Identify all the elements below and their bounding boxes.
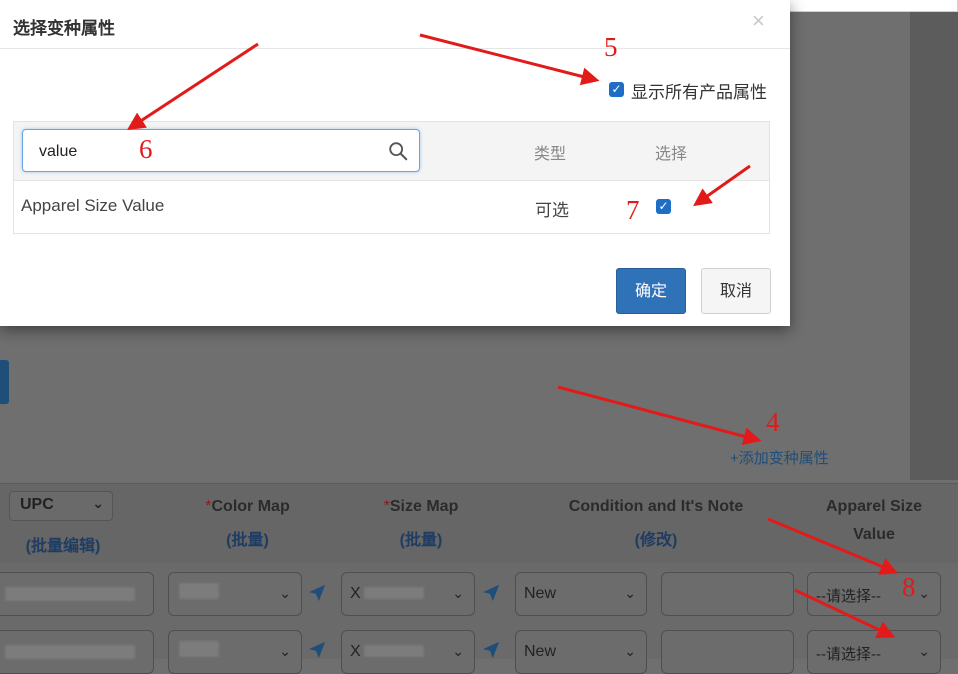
color-map-label: Color Map (211, 498, 290, 515)
condition-note-input[interactable] (661, 572, 794, 616)
size-map-select[interactable]: X ⌄ (341, 630, 475, 674)
size-map-label: Size Map (389, 498, 459, 515)
chevron-down-icon: ⌄ (624, 643, 636, 659)
send-icon[interactable] (482, 584, 500, 602)
upc-input[interactable] (0, 630, 154, 674)
close-icon[interactable]: × (752, 8, 765, 34)
condition-select[interactable]: New ⌄ (515, 630, 647, 674)
condition-value: New (524, 585, 557, 602)
annotation-4: 4 (766, 407, 780, 437)
chevron-down-icon: ⌄ (452, 585, 464, 601)
send-icon[interactable] (308, 584, 326, 602)
confirm-button[interactable]: 确定 (616, 268, 686, 314)
upc-type-select[interactable]: UPC ⌄ (9, 491, 113, 521)
size-map-value: X (350, 585, 361, 602)
attribute-search-box[interactable] (22, 129, 420, 172)
size-map-header: *Size Map (批量) (375, 498, 467, 550)
condition-edit-link[interactable]: (修改) (556, 526, 756, 550)
blurred-value (179, 583, 219, 599)
upc-bulk-edit-link[interactable]: (批量编辑) (18, 532, 108, 556)
upc-input[interactable] (0, 572, 154, 616)
page-action-button[interactable] (0, 360, 9, 404)
chevron-down-icon: ⌄ (918, 585, 930, 601)
send-icon[interactable] (308, 641, 326, 659)
attribute-type: 可选 (535, 201, 569, 220)
blurred-value (364, 645, 424, 657)
page-right-panel (910, 0, 958, 480)
upc-bulk-header: (批量编辑) (18, 532, 108, 556)
apparel-size-label: Apparel Size (825, 498, 923, 515)
attribute-select-checkbox[interactable]: ✓ (656, 199, 671, 214)
annotation-8: 8 (902, 572, 916, 602)
condition-select[interactable]: New ⌄ (515, 572, 647, 616)
add-variant-attribute-link[interactable]: +添加变种属性 (730, 447, 829, 468)
search-icon[interactable] (387, 140, 409, 162)
chevron-down-icon: ⌄ (92, 495, 104, 511)
condition-header: Condition and It's Note (修改) (556, 498, 756, 550)
attribute-name: Apparel Size Value (21, 196, 165, 215)
chevron-down-icon: ⌄ (918, 643, 930, 659)
column-select-header: 选择 (655, 146, 688, 163)
apparel-size-label-2: Value (853, 526, 895, 543)
checkbox-checked-icon[interactable]: ✓ (609, 82, 624, 97)
condition-label: Condition and It's Note (568, 498, 744, 515)
apparel-size-value: --请选择-- (816, 588, 881, 605)
attribute-table-header: 类型 选择 (14, 122, 769, 181)
column-type-header: 类型 (534, 146, 567, 163)
variant-attribute-modal: 选择变种属性 × ✓ 显示所有产品属性 类型 选择 Apparel Size V… (0, 0, 790, 326)
size-map-value: X (350, 643, 361, 660)
show-all-attributes-label: 显示所有产品属性 (631, 83, 767, 102)
upc-select-value: UPC (20, 496, 54, 513)
blurred-value (179, 641, 219, 657)
color-map-select[interactable]: ⌄ (168, 630, 302, 674)
condition-value: New (524, 643, 557, 660)
blurred-value (5, 645, 135, 659)
chevron-down-icon: ⌄ (279, 585, 291, 601)
blurred-value (5, 587, 135, 601)
chevron-down-icon: ⌄ (279, 643, 291, 659)
color-map-select[interactable]: ⌄ (168, 572, 302, 616)
color-map-header: *Color Map (批量) (200, 498, 295, 550)
annotation-6: 6 (139, 134, 153, 164)
variant-grid-header: *Color Map (批量) *Size Map (批量) Condition… (0, 483, 958, 564)
apparel-size-header: Apparel Size Value (810, 498, 938, 544)
modal-title: 选择变种属性 (13, 19, 115, 38)
color-map-bulk-link[interactable]: (批量) (200, 526, 295, 550)
send-icon[interactable] (482, 641, 500, 659)
apparel-size-select[interactable]: --请选择-- ⌄ (807, 630, 941, 674)
chevron-down-icon: ⌄ (624, 585, 636, 601)
apparel-size-select[interactable]: --请选择-- ⌄ (807, 572, 941, 616)
condition-note-input[interactable] (661, 630, 794, 674)
annotation-7: 7 (626, 195, 640, 225)
cancel-button[interactable]: 取消 (701, 268, 771, 314)
arrow-4 (557, 385, 762, 446)
annotation-5: 5 (604, 32, 618, 62)
size-map-bulk-link[interactable]: (批量) (375, 526, 467, 550)
blurred-value (364, 587, 424, 599)
modal-header-divider (0, 48, 790, 49)
attribute-search-input[interactable] (37, 139, 361, 165)
size-map-select[interactable]: X ⌄ (341, 572, 475, 616)
chevron-down-icon: ⌄ (452, 643, 464, 659)
apparel-size-value: --请选择-- (816, 646, 881, 663)
attribute-table: 类型 选择 Apparel Size Value 可选 ✓ (13, 121, 770, 234)
